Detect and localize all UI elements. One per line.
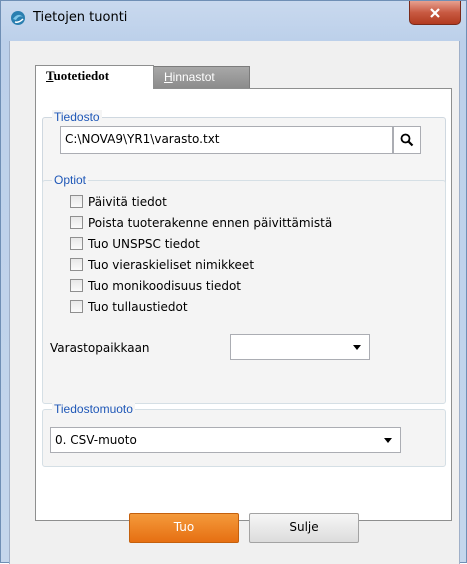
- checkbox-label: Tuo vieraskieliset nimikkeet: [88, 258, 255, 272]
- options-group-legend: Optiot: [52, 173, 89, 187]
- chevron-down-icon: [353, 345, 361, 350]
- window-close-button[interactable]: [409, 1, 461, 25]
- checkbox-label: Poista tuoterakenne ennen päivittämistä: [88, 216, 333, 230]
- checkbox-box[interactable]: [70, 195, 83, 208]
- file-group-legend: Tiedosto: [52, 110, 102, 124]
- checkbox-box[interactable]: [70, 237, 83, 250]
- tab-hinnastot-label: innastot: [172, 70, 215, 84]
- file-format-value: 0. CSV-muoto: [55, 433, 137, 447]
- search-icon: [400, 133, 414, 147]
- tab-tuotetiedot-label: uotetiedot: [53, 68, 110, 83]
- format-group-legend: Tiedostomuoto: [52, 402, 135, 416]
- warehouse-select[interactable]: [230, 334, 370, 360]
- checkbox-box[interactable]: [70, 216, 83, 229]
- tab-tuotetiedot[interactable]: Tuotetiedot: [35, 65, 154, 89]
- file-path-input[interactable]: C:\NOVA9\YR1\varasto.txt: [60, 126, 393, 154]
- browse-button[interactable]: [393, 126, 421, 154]
- checkbox-box[interactable]: [70, 258, 83, 271]
- checkbox-label: Tuo UNSPSC tiedot: [88, 237, 200, 251]
- tab-hinnastot[interactable]: Hinnastot: [153, 66, 250, 88]
- close-icon: [430, 8, 440, 18]
- checkbox-label: Tuo tullaustiedot: [88, 300, 188, 314]
- file-format-select[interactable]: 0. CSV-muoto: [50, 427, 401, 453]
- tab-hinnastot-hotkey: H: [164, 70, 173, 84]
- warehouse-label: Varastopaikkaan: [50, 341, 150, 355]
- checkbox-box[interactable]: [70, 279, 83, 292]
- chevron-down-icon: [384, 438, 392, 443]
- window-title: Tietojen tuonti: [33, 10, 128, 25]
- close-button[interactable]: Sulje: [249, 513, 359, 543]
- checkbox-label: Tuo monikoodisuus tiedot: [88, 279, 242, 293]
- title-bar[interactable]: Tietojen tuonti: [1, 1, 466, 35]
- checkbox-label: Päivitä tiedot: [88, 195, 167, 209]
- dialog-window: Tietojen tuonti Tuotetiedot Hinnastot Ti…: [0, 0, 467, 564]
- checkbox-box[interactable]: [70, 300, 83, 313]
- app-icon: [11, 11, 25, 25]
- dialog-client: Tuotetiedot Hinnastot Tiedosto C:\NOVA9\…: [9, 41, 460, 564]
- import-button[interactable]: Tuo: [129, 513, 239, 543]
